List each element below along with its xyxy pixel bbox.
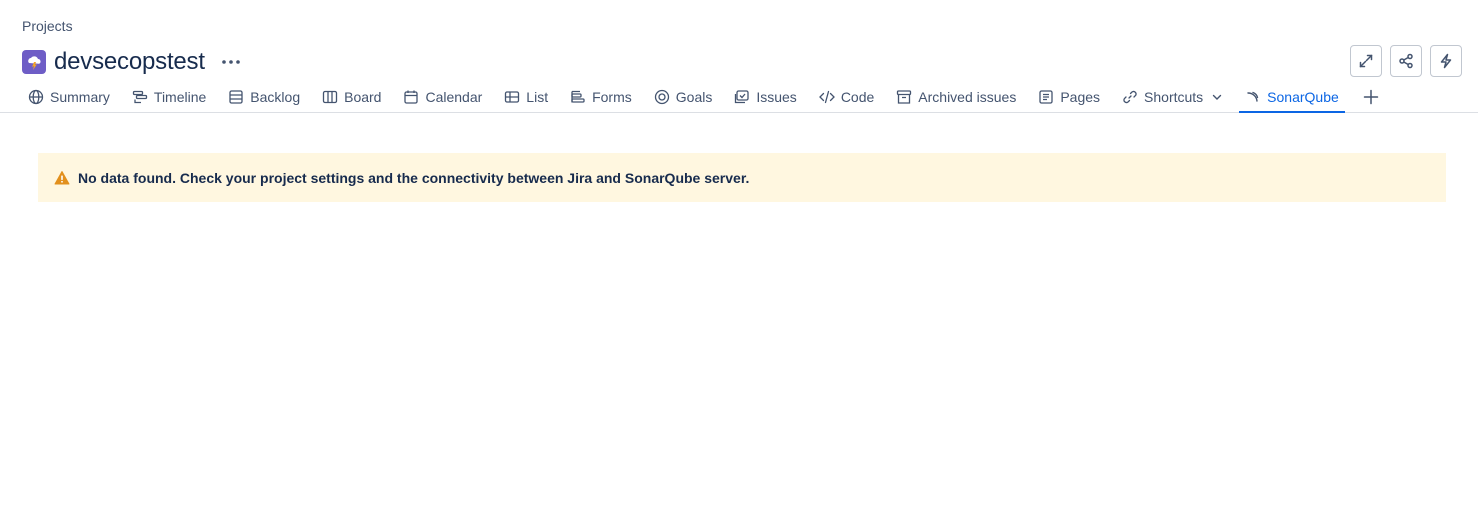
- tab-pages[interactable]: Pages: [1032, 84, 1106, 110]
- tab-archived-issues[interactable]: Archived issues: [890, 84, 1022, 110]
- tab-label: Timeline: [153, 89, 207, 105]
- project-tabs: Summary Timeline Backlog Board Calendar …: [0, 84, 1478, 113]
- add-tab-button[interactable]: [1357, 84, 1385, 110]
- tab-label: Pages: [1060, 89, 1101, 105]
- issues-icon: [734, 89, 750, 105]
- tab-summary[interactable]: Summary: [22, 84, 116, 110]
- warning-alert: No data found. Check your project settin…: [38, 153, 1446, 202]
- tab-code[interactable]: Code: [813, 84, 880, 110]
- expand-icon: [1359, 54, 1373, 68]
- tab-issues[interactable]: Issues: [728, 84, 802, 110]
- archive-icon: [896, 89, 912, 105]
- plus-icon: [1363, 89, 1379, 105]
- tab-shortcuts[interactable]: Shortcuts: [1116, 84, 1229, 110]
- lightning-icon: [1440, 53, 1452, 69]
- forms-icon: [570, 89, 586, 105]
- tab-label: Code: [840, 89, 875, 105]
- tab-label: Forms: [592, 89, 632, 105]
- timeline-icon: [132, 89, 148, 105]
- tab-list[interactable]: List: [498, 84, 554, 110]
- warning-icon: [54, 170, 70, 186]
- code-icon: [818, 89, 835, 105]
- automation-button[interactable]: [1430, 45, 1462, 77]
- tab-label: Issues: [756, 89, 797, 105]
- tab-label: Backlog: [250, 89, 301, 105]
- tab-label: Summary: [50, 89, 110, 105]
- tab-label: Goals: [675, 89, 713, 105]
- tab-label: List: [526, 89, 549, 105]
- alert-message: No data found. Check your project settin…: [78, 169, 750, 186]
- tab-label: SonarQube: [1267, 89, 1339, 105]
- more-icon: [222, 60, 240, 64]
- tab-label: Calendar: [425, 89, 483, 105]
- goals-icon: [654, 89, 670, 105]
- tab-sonarqube[interactable]: SonarQube: [1239, 84, 1345, 113]
- expand-button[interactable]: [1350, 45, 1382, 77]
- tab-calendar[interactable]: Calendar: [397, 84, 488, 110]
- tab-label: Shortcuts: [1144, 89, 1204, 105]
- tab-board[interactable]: Board: [316, 84, 387, 110]
- backlog-icon: [228, 89, 244, 105]
- more-actions-button[interactable]: [217, 48, 245, 76]
- header-actions: [1350, 45, 1462, 77]
- project-header: devsecopstest: [22, 46, 245, 78]
- board-icon: [322, 89, 338, 105]
- tab-timeline[interactable]: Timeline: [126, 84, 212, 110]
- share-button[interactable]: [1390, 45, 1422, 77]
- globe-icon: [28, 89, 44, 105]
- tab-goals[interactable]: Goals: [648, 84, 719, 110]
- page: Projects devsecopstest Summary Timeline …: [0, 0, 1478, 519]
- calendar-icon: [403, 89, 419, 105]
- link-icon: [1122, 89, 1138, 105]
- tab-label: Archived issues: [918, 89, 1017, 105]
- sonarqube-icon: [1245, 89, 1261, 105]
- tab-forms[interactable]: Forms: [564, 84, 638, 110]
- tab-label: Board: [344, 89, 382, 105]
- tab-backlog[interactable]: Backlog: [222, 84, 306, 110]
- share-icon: [1399, 53, 1413, 69]
- chevron-down-icon[interactable]: [1211, 91, 1223, 103]
- project-avatar-icon: [22, 50, 46, 74]
- page-title: devsecopstest: [54, 48, 205, 75]
- pages-icon: [1038, 89, 1054, 105]
- breadcrumb[interactable]: Projects: [22, 18, 73, 34]
- list-icon: [504, 89, 520, 105]
